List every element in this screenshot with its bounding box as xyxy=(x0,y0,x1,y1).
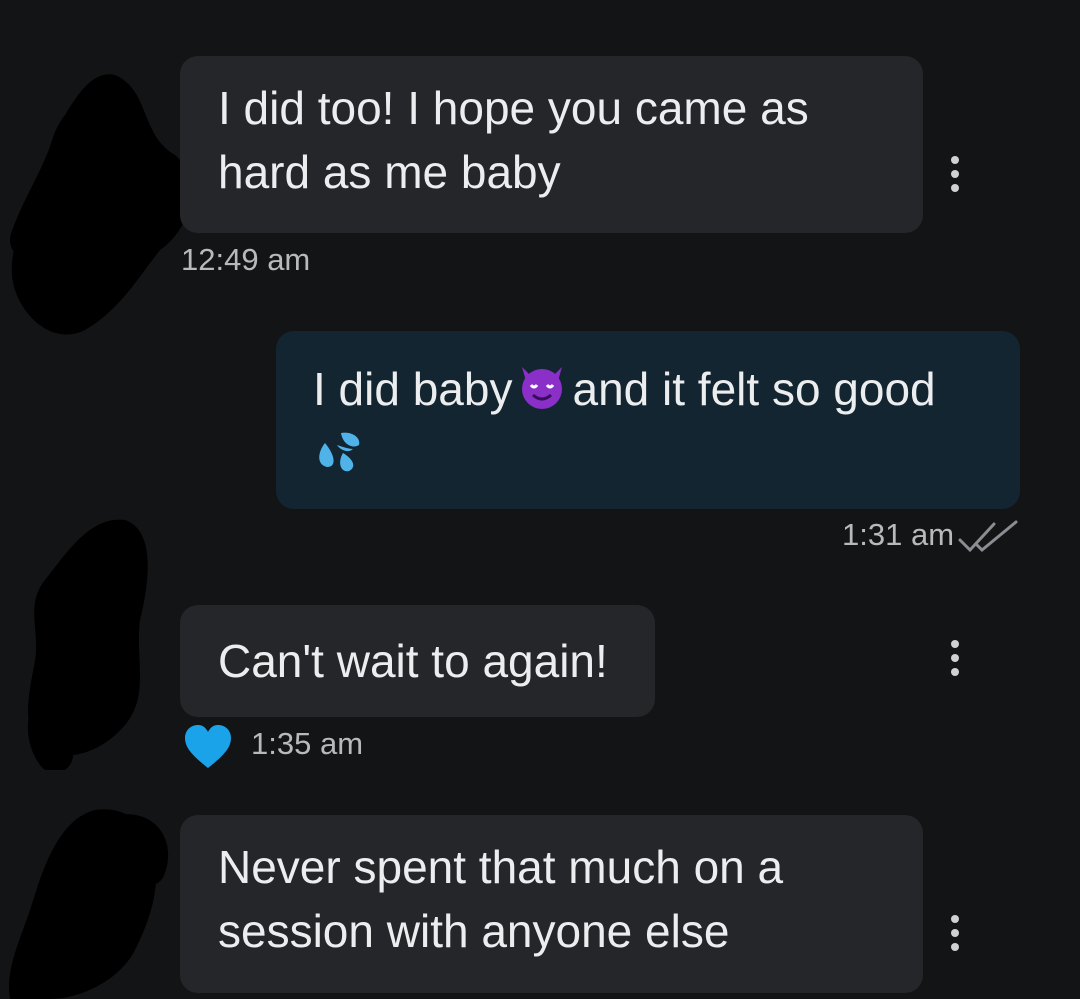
message-timestamp: 12:49 am xyxy=(181,242,311,277)
redacted-avatar xyxy=(0,800,200,999)
message-menu-icon[interactable] xyxy=(948,915,962,953)
message-text-part: I did baby xyxy=(313,363,513,415)
redacted-avatar xyxy=(0,60,200,350)
message-text: Never spent that much on a session with … xyxy=(218,841,784,957)
message-text-part: and it felt so good xyxy=(572,363,936,415)
top-overflow-icon[interactable] xyxy=(976,0,990,4)
message-timestamp: 1:31 am xyxy=(842,517,955,552)
message-bubble-received[interactable]: Can't wait to again! xyxy=(180,605,655,717)
message-bubble-sent[interactable]: I did baby and it felt so good xyxy=(276,331,1020,509)
redacted-avatar xyxy=(0,510,200,770)
sweat-droplets-emoji xyxy=(313,425,365,477)
smiling-imp-emoji xyxy=(516,361,568,413)
message-text: I did too! I hope you came as hard as me… xyxy=(218,82,809,198)
message-text: I did baby and it felt so good xyxy=(313,357,990,485)
message-menu-icon[interactable] xyxy=(948,640,962,678)
message-bubble-received[interactable]: Never spent that much on a session with … xyxy=(180,815,923,993)
message-menu-icon[interactable] xyxy=(948,156,962,194)
message-bubble-received[interactable]: I did too! I hope you came as hard as me… xyxy=(180,56,923,233)
heart-icon[interactable] xyxy=(183,724,233,770)
read-receipt-icon xyxy=(958,520,1018,553)
message-timestamp: 1:35 am xyxy=(251,726,364,761)
message-text: Can't wait to again! xyxy=(218,635,608,687)
